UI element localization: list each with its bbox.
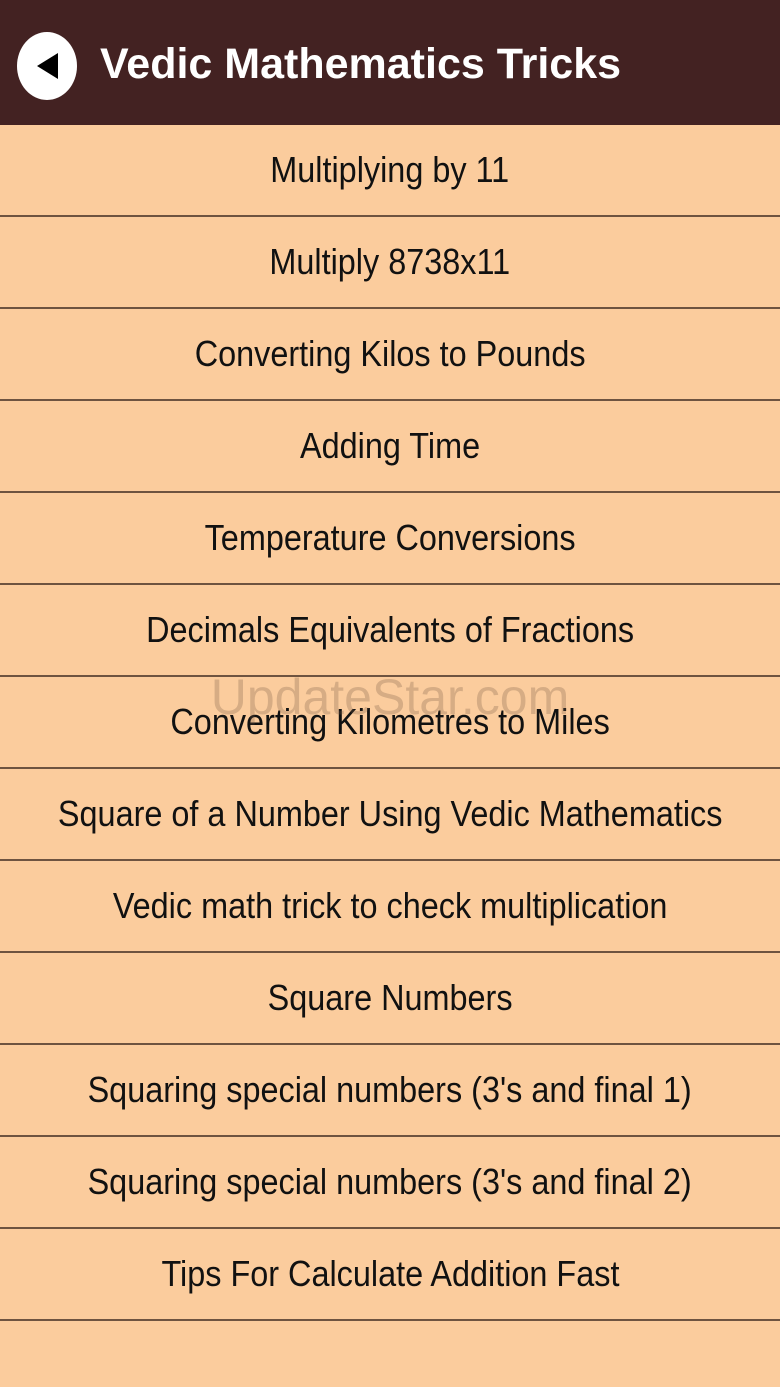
list-item[interactable]: Tips For Calculate Addition Fast bbox=[0, 1229, 780, 1321]
list-item-label: Multiply 8738x11 bbox=[269, 241, 511, 282]
list-item-label: Square of a Number Using Vedic Mathemati… bbox=[57, 793, 723, 834]
list-item[interactable]: Decimals Equivalents of Fractions bbox=[0, 585, 780, 677]
list-item-label: Square Numbers bbox=[267, 977, 513, 1018]
tricks-list: Multiplying by 11 Multiply 8738x11 Conve… bbox=[0, 125, 780, 1321]
list-item-label: Adding Time bbox=[299, 425, 481, 466]
list-item-label: Squaring special numbers (3's and final … bbox=[87, 1069, 693, 1110]
list-item-label: Squaring special numbers (3's and final … bbox=[87, 1161, 693, 1202]
list-item-label: Converting Kilos to Pounds bbox=[194, 333, 586, 374]
list-item-label: Converting Kilometres to Miles bbox=[170, 701, 610, 742]
list-item[interactable]: Square Numbers bbox=[0, 953, 780, 1045]
list-item[interactable]: Multiply 8738x11 bbox=[0, 217, 780, 309]
app-header: Vedic Mathematics Tricks bbox=[0, 0, 780, 125]
list-item-label: Multiplying by 11 bbox=[270, 149, 510, 190]
list-item[interactable]: Converting Kilometres to Miles bbox=[0, 677, 780, 769]
list-item[interactable]: Multiplying by 11 bbox=[0, 125, 780, 217]
back-button[interactable] bbox=[17, 32, 77, 100]
list-item-label: Vedic math trick to check multiplication bbox=[112, 885, 668, 926]
list-item[interactable]: Temperature Conversions bbox=[0, 493, 780, 585]
back-arrow-icon bbox=[37, 53, 58, 79]
list-item[interactable]: Converting Kilos to Pounds bbox=[0, 309, 780, 401]
list-item[interactable]: Squaring special numbers (3's and final … bbox=[0, 1137, 780, 1229]
list-item-label: Decimals Equivalents of Fractions bbox=[146, 609, 634, 650]
list-item-label: Temperature Conversions bbox=[204, 517, 576, 558]
list-item[interactable]: Squaring special numbers (3's and final … bbox=[0, 1045, 780, 1137]
list-item[interactable]: Square of a Number Using Vedic Mathemati… bbox=[0, 769, 780, 861]
list-item[interactable]: Vedic math trick to check multiplication bbox=[0, 861, 780, 953]
page-title: Vedic Mathematics Tricks bbox=[100, 40, 622, 88]
list-item-label: Tips For Calculate Addition Fast bbox=[160, 1253, 619, 1294]
list-item[interactable]: Adding Time bbox=[0, 401, 780, 493]
